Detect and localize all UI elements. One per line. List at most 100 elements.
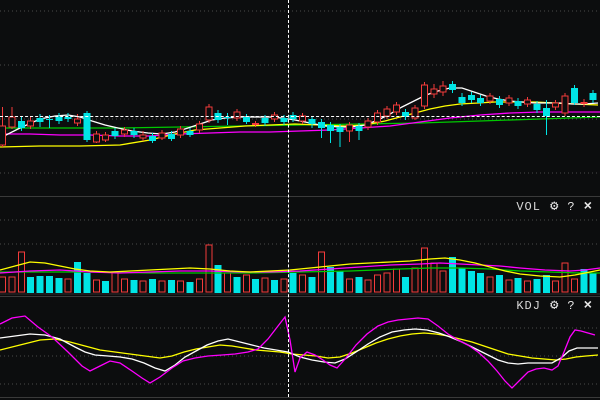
crosshair-horizontal-line — [0, 116, 600, 117]
vol-bar-up — [112, 272, 118, 292]
vol-bar-down — [102, 281, 109, 293]
candle-down — [130, 131, 137, 135]
vol-bar-up — [375, 275, 381, 292]
candle-down — [112, 131, 119, 136]
stock-chart-window: VOL ⚙ ? × KDJ ⚙ ? × — [0, 0, 600, 400]
candle-up — [93, 134, 99, 142]
candle-down — [458, 97, 465, 103]
vol-bar-up — [393, 269, 399, 292]
vol-bar-up — [225, 273, 231, 292]
vol-bar-down — [402, 277, 409, 293]
panel-separator — [0, 296, 600, 297]
volume-indicator-label: VOL — [516, 201, 541, 213]
candle-down — [355, 126, 362, 131]
volume-bars-panel[interactable] — [0, 218, 600, 296]
vol-bar-up — [300, 275, 306, 292]
vol-bar-down — [187, 282, 194, 293]
vol-bar-up — [196, 279, 202, 292]
vol-bar-down — [337, 271, 344, 293]
candle-down — [262, 118, 269, 123]
vol-bar-down — [130, 280, 137, 293]
vol-bar-down — [468, 271, 475, 293]
candle-down — [168, 134, 175, 139]
vol-bar-up — [121, 279, 127, 292]
vol-bar-down — [355, 277, 362, 293]
candle-up — [121, 130, 127, 134]
vol-bar-up — [346, 279, 352, 292]
vol-bar-up — [440, 271, 446, 292]
kdj-help-icon[interactable]: ? — [567, 300, 574, 312]
vol-bar-down — [308, 277, 315, 293]
candle-up — [159, 133, 165, 138]
candle-down — [65, 117, 72, 119]
candle-up — [252, 123, 259, 125]
candle-up — [103, 135, 109, 140]
vol-bar-up — [262, 278, 268, 292]
candle-down — [477, 98, 484, 103]
volume-help-icon[interactable]: ? — [567, 201, 574, 213]
kdj-settings-gear-icon[interactable]: ⚙ — [550, 299, 558, 313]
vol-bar-up — [178, 281, 184, 292]
vol-bar-down — [168, 280, 175, 293]
panel-separator — [0, 196, 600, 197]
candle-down — [337, 127, 344, 132]
candle-down — [318, 122, 325, 128]
candle-up — [421, 85, 427, 106]
kdj-line-K — [0, 329, 598, 371]
vol-bar-down — [149, 279, 156, 293]
candle-down — [55, 117, 62, 121]
vol-bar-down — [515, 278, 522, 293]
candle-up — [140, 135, 146, 138]
vol-bar-down — [449, 257, 456, 293]
candle-down — [590, 93, 597, 100]
vol-bar-up — [159, 281, 165, 292]
vol-bar-up — [65, 279, 71, 292]
kdj-indicator-label: KDJ — [516, 300, 541, 312]
candle-up — [580, 102, 587, 104]
candle-up — [562, 96, 568, 113]
candle-down — [149, 136, 156, 141]
candle-down — [496, 99, 503, 105]
candle-down — [468, 95, 475, 100]
volume-close-icon[interactable]: × — [584, 200, 592, 214]
vol-bar-up — [525, 281, 531, 292]
crosshair-vertical-line — [288, 0, 289, 397]
vol-bar-down — [590, 273, 597, 293]
candle-down — [571, 88, 578, 103]
vol-bar-up — [506, 280, 512, 292]
vol-bar-down — [74, 262, 81, 293]
candle-down — [46, 119, 53, 120]
candle-up — [525, 100, 531, 104]
kdj-lines-panel[interactable] — [0, 314, 600, 397]
vol-bar-up — [243, 275, 249, 292]
candle-up — [393, 105, 399, 112]
candle-up — [0, 126, 6, 145]
vol-bar-up — [487, 277, 493, 292]
vol-bar-up — [562, 263, 568, 292]
candle-down — [308, 119, 315, 124]
candle-up — [440, 86, 446, 92]
vol-bar-up — [571, 279, 577, 292]
kdj-close-icon[interactable]: × — [584, 299, 592, 313]
vol-bar-down — [533, 279, 540, 293]
candle-up — [487, 96, 493, 101]
price-candlestick-panel[interactable] — [0, 0, 600, 197]
vol-bar-down — [290, 273, 297, 293]
candle-down — [243, 117, 250, 122]
vol-bar-down — [252, 279, 259, 293]
candle-up — [75, 119, 81, 123]
candle-up — [206, 107, 212, 120]
vol-bar-down — [83, 273, 90, 293]
candle-up — [346, 125, 352, 131]
vol-bar-up — [412, 268, 418, 292]
candle-down — [449, 84, 456, 90]
candle-up — [375, 113, 381, 122]
candle-up — [365, 121, 371, 127]
volume-settings-gear-icon[interactable]: ⚙ — [550, 200, 558, 214]
candle-up — [431, 89, 437, 94]
vol-bar-down — [46, 276, 53, 293]
vol-bar-down — [233, 277, 240, 293]
volume-panel-header: VOL ⚙ ? × — [0, 199, 600, 215]
vol-bar-up — [9, 277, 15, 292]
candle-up — [234, 112, 240, 118]
